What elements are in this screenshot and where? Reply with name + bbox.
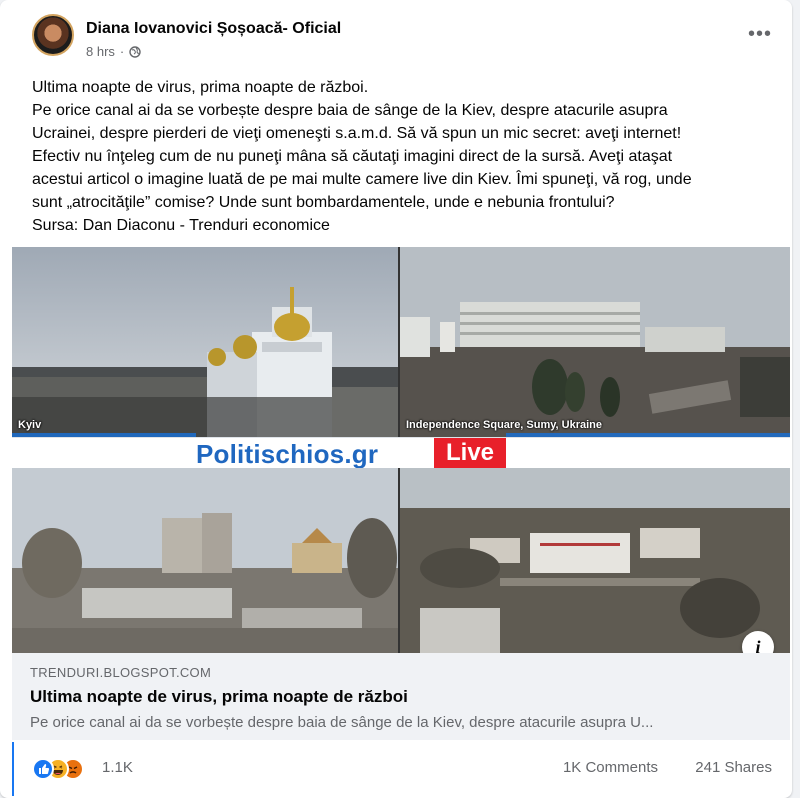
brand-banner: Politischios.gr Live <box>12 437 790 469</box>
camera-label: Kyiv <box>18 419 42 431</box>
camera-feed-3 <box>12 468 398 653</box>
post-text-line: Sursa: Dan Diaconu - Trenduri economice <box>32 217 330 234</box>
post-text-line: Ultima noapte de virus, prima noapte de … <box>32 79 369 96</box>
post-text-line: sunt „atrocităţile” comise? Unde sunt bo… <box>32 194 615 211</box>
author-avatar[interactable] <box>32 14 74 56</box>
camera-feed-4 <box>400 468 790 653</box>
more-options-icon[interactable]: ••• <box>748 24 772 44</box>
post-text-line: acestui articol o imagine luată de pe ma… <box>32 171 692 188</box>
reaction-icons[interactable] <box>32 758 92 780</box>
shares-count[interactable]: 241 Shares <box>695 759 772 776</box>
post-text-line: Ucrainei, despre pierderi de vieţi omene… <box>32 125 682 142</box>
post-text-line: Efectiv nu înţeleg cum de nu puneţi mâna… <box>32 148 673 165</box>
post-card: Diana Iovanovici Șoșoacă- Oficial 8 hrs … <box>0 0 792 798</box>
post-time[interactable]: 8 hrs <box>86 44 115 59</box>
link-image[interactable]: Kyiv Independence Square, Sumy, Ukraine … <box>12 247 790 653</box>
focus-indicator <box>12 742 14 796</box>
camera-feed-kyiv: Kyiv <box>12 247 398 437</box>
live-badge: Live <box>434 438 506 468</box>
post-text: Ultima noapte de virus, prima noapte de … <box>32 76 782 237</box>
link-preview[interactable]: Kyiv Independence Square, Sumy, Ukraine … <box>12 247 790 740</box>
author-name[interactable]: Diana Iovanovici Șoșoacă- Oficial <box>86 20 341 38</box>
like-icon <box>32 758 54 780</box>
globe-icon[interactable] <box>129 45 141 58</box>
brand-name: Politischios.gr <box>196 439 379 469</box>
link-title[interactable]: Ultima noapte de virus, prima noapte de … <box>30 687 408 707</box>
post-meta: 8 hrs · <box>86 44 141 59</box>
post-text-line: Pe orice canal ai da se vorbește despre … <box>32 102 668 119</box>
reaction-count[interactable]: 1.1K <box>102 759 133 776</box>
link-description: Pe orice canal ai da se vorbește despre … <box>30 714 654 731</box>
post-header: Diana Iovanovici Șoșoacă- Oficial 8 hrs … <box>32 14 772 64</box>
camera-label: Independence Square, Sumy, Ukraine <box>406 419 603 431</box>
link-domain: TRENDURI.BLOGSPOT.COM <box>30 665 212 680</box>
camera-feed-sumy: Independence Square, Sumy, Ukraine <box>400 247 790 437</box>
engagement-bar: 1.1K 1K Comments 241 Shares <box>32 756 772 780</box>
comments-count[interactable]: 1K Comments <box>563 759 658 776</box>
